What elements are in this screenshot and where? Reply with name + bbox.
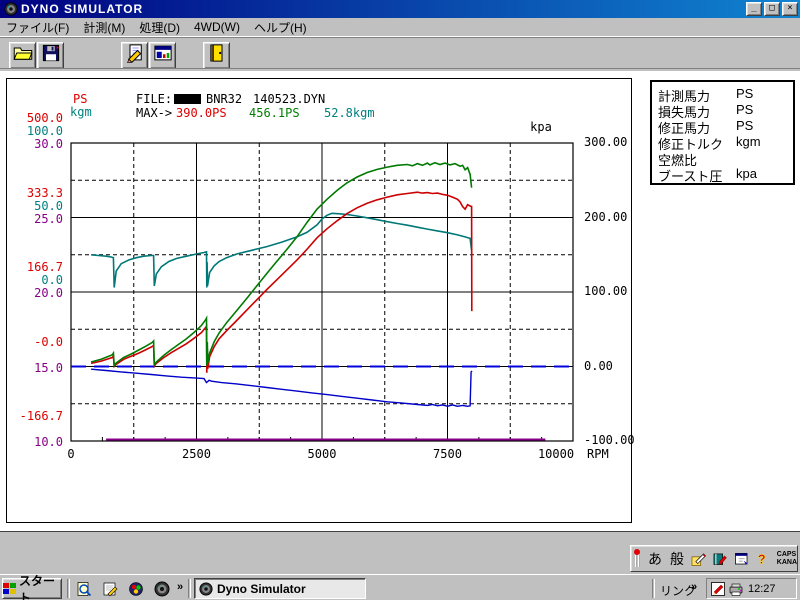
legend-row: 空燃比	[658, 150, 793, 168]
ime-dictionary-icon[interactable]	[712, 551, 728, 567]
legend-row: ブースト圧 kpa	[658, 166, 793, 184]
dyno-chart	[70, 142, 574, 442]
maximize-button[interactable]: □	[764, 2, 780, 16]
measure-button[interactable]	[121, 42, 148, 69]
exit-icon	[207, 43, 227, 68]
quicklaunch-media-button[interactable]	[126, 579, 146, 598]
legend-label: ブースト圧	[658, 169, 723, 184]
task-button-label: Dyno Simulator	[217, 581, 306, 596]
taskbar-clock[interactable]: 12:27	[748, 583, 776, 595]
menu-process[interactable]: 処理(D)	[139, 19, 180, 36]
taskbar-separator	[67, 579, 70, 598]
ime-pad-icon[interactable]	[734, 551, 749, 567]
tray-ime-icon[interactable]	[710, 581, 726, 597]
open-button[interactable]	[9, 42, 36, 69]
exit-button[interactable]	[203, 42, 230, 69]
save-icon	[41, 43, 61, 68]
quicklaunch-search-button[interactable]	[74, 579, 94, 598]
svg-text:?: ?	[758, 552, 766, 566]
client-area: PS kgm FILE: ████ BNR32 140523.DYN MAX->…	[0, 72, 800, 532]
start-button[interactable]: スタート	[2, 574, 62, 600]
quicklaunch-notepad-button[interactable]	[100, 579, 120, 598]
quicklaunch-overflow-chevron[interactable]: »	[177, 581, 183, 593]
legend-row: 計測馬力 PS	[658, 86, 793, 104]
taskbar-separator	[188, 579, 191, 598]
legend-unit: PS	[736, 86, 754, 101]
close-button[interactable]: ×	[782, 2, 798, 16]
system-tray: 12:27	[706, 578, 797, 599]
report-icon	[153, 43, 173, 68]
menu-bar: ファイル(F) 計測(M) 処理(D) 4WD(W) ヘルプ(H)	[0, 18, 800, 36]
minimize-button[interactable]: _	[746, 2, 762, 16]
links-overflow-chevron[interactable]: »	[691, 581, 697, 593]
legend-unit: PS	[736, 102, 754, 117]
report-button[interactable]	[149, 42, 176, 69]
app-icon	[4, 2, 18, 16]
legend-unit: kgm	[736, 134, 761, 149]
legend-unit: kpa	[736, 166, 757, 181]
legend-box: 計測馬力 PS 損失馬力 PS 修正馬力 PS 修正トルク kgm 空燃比 ブースト圧 k…	[650, 80, 795, 185]
start-label: スタート	[19, 573, 56, 600]
taskbar: スタート » Dyno Simulator リンク » 12:27	[0, 574, 800, 600]
menu-file[interactable]: ファイル(F)	[6, 19, 69, 36]
dyno-app-icon	[199, 581, 213, 596]
series-loss-power-ps	[91, 368, 473, 408]
menu-help[interactable]: ヘルプ(H)	[254, 19, 307, 36]
save-button[interactable]	[37, 42, 64, 69]
ime-pen-icon[interactable]	[691, 551, 706, 567]
ime-help-icon[interactable]: ?	[755, 551, 770, 567]
ime-status-dot	[634, 549, 640, 555]
menu-measure[interactable]: 計測(M)	[83, 19, 125, 36]
tray-printer-icon[interactable]	[728, 581, 744, 597]
quicklaunch-dyno-button[interactable]	[152, 579, 172, 598]
open-icon	[13, 43, 33, 68]
ime-conversion-mode[interactable]: 般	[670, 549, 684, 569]
ime-toolbar: あ 般 ? CAPS KANA	[630, 545, 798, 572]
legend-unit: PS	[736, 118, 754, 133]
ime-input-mode[interactable]: あ	[648, 549, 662, 569]
menu-4wd[interactable]: 4WD(W)	[194, 20, 240, 34]
windows-logo-icon	[3, 583, 16, 594]
legend-row: 損失馬力 PS	[658, 102, 793, 120]
legend-row: 修正馬力 PS	[658, 118, 793, 136]
ime-caps-kana[interactable]: CAPS KANA	[777, 551, 797, 567]
title-bar: DYNO SIMULATOR _ □ ×	[0, 0, 800, 18]
chart-panel: PS kgm FILE: ████ BNR32 140523.DYN MAX->…	[6, 78, 635, 523]
taskbar-separator	[652, 579, 655, 598]
window-title: DYNO SIMULATOR	[21, 2, 144, 16]
legend-row: 修正トルク kgm	[658, 134, 793, 152]
desktop-strip: あ 般 ? CAPS KANA	[0, 533, 800, 574]
task-button-dyno-simulator[interactable]: Dyno Simulator	[194, 578, 366, 599]
desktop: DYNO SIMULATOR _ □ × ファイル(F) 計測(M) 処理(D)…	[0, 0, 800, 600]
measure-icon	[125, 43, 145, 68]
toolbar	[0, 36, 800, 72]
